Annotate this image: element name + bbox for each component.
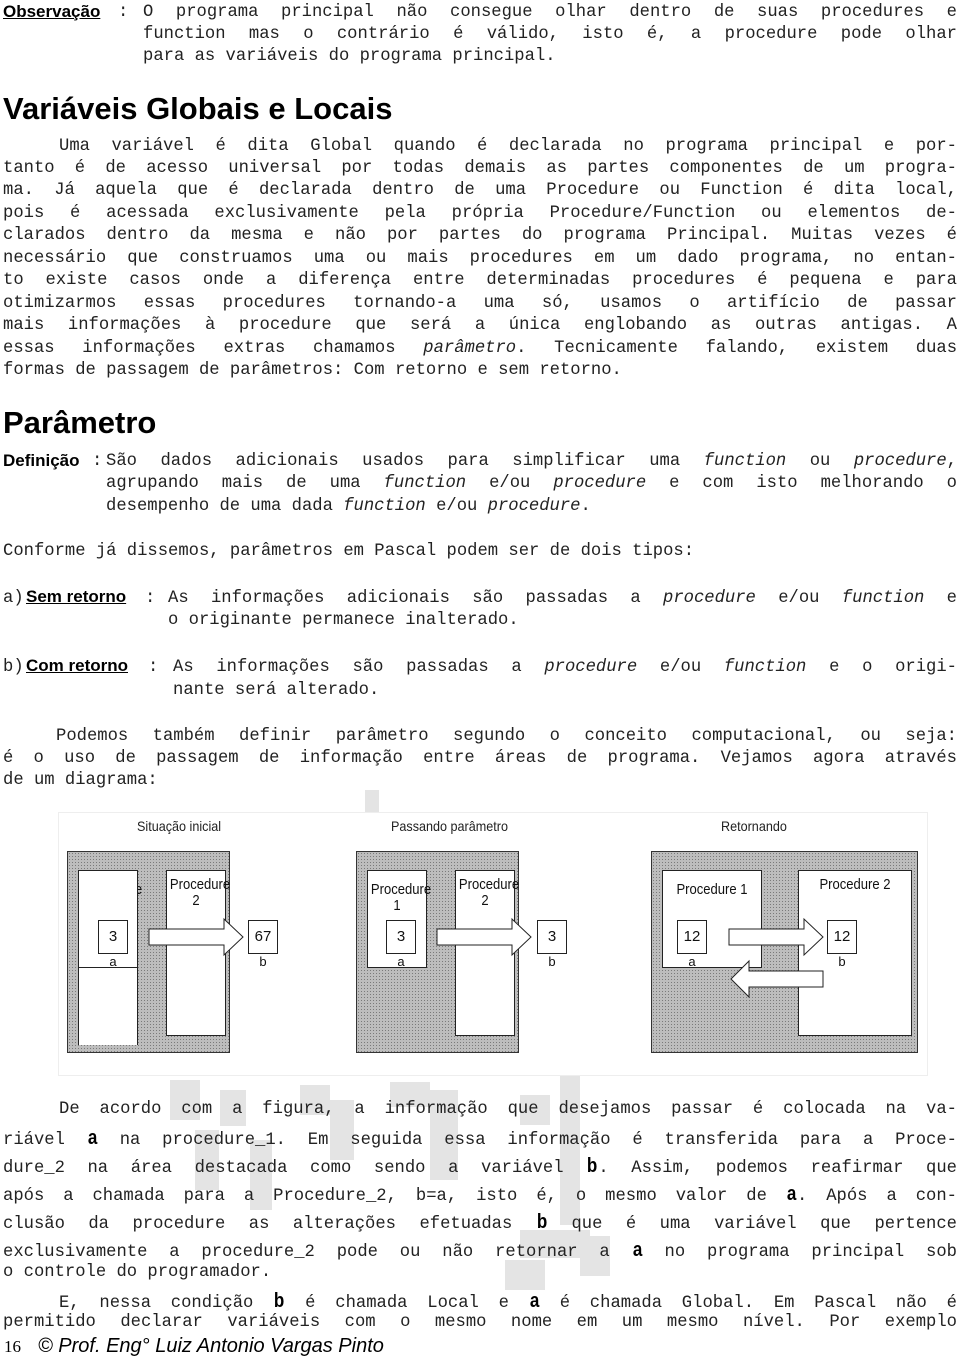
paragraph-line: após a chamada para a Procedure_2, b=a, …: [3, 1183, 957, 1206]
paragraph-line: exclusivamente a procedure_2 pode ou não…: [3, 1239, 957, 1262]
paragraph-line: necessário que construamos uma ou mais p…: [3, 249, 957, 268]
page-number: 16: [4, 1337, 21, 1356]
item-b-line: As informações são passadas a procedure …: [173, 658, 957, 677]
paragraph-line: o controle do programador.: [3, 1263, 272, 1282]
variable-b: b: [587, 1155, 598, 1177]
paragraph-line: ma. Já aquela que é declarada dentro de …: [3, 181, 957, 200]
paragraph-line: pois é acessada exclusivamente pela próp…: [3, 204, 957, 223]
definition-colon: :: [92, 452, 103, 471]
paragraph-line: Podemos também definir parâmetro segundo…: [56, 727, 957, 746]
variable-a: a: [786, 1183, 797, 1205]
observation-label: Observação: [3, 2, 101, 21]
paragraph-line: é o uso de passagem de informação entre …: [3, 749, 957, 768]
paragraph-line: formas de passagem de parâmetros: Com re…: [3, 361, 622, 380]
item-b-colon: :: [148, 658, 159, 677]
observation-line: para as variáveis do programa principal.: [143, 47, 556, 66]
variable-a: a: [87, 1127, 98, 1149]
paragraph-line: riável a na procedure_1. Em seguida essa…: [3, 1127, 957, 1150]
arrow-left-icon: [730, 959, 824, 999]
text-run: . Tecnicamente falando, existem duas: [516, 339, 958, 358]
variable-a: a: [529, 1290, 540, 1312]
paragraph-line: dure_2 na área destacada como sendo a va…: [3, 1155, 957, 1178]
item-b-prefix: b): [3, 658, 24, 677]
paragraph-line: De acordo com a figura, a informação que…: [59, 1100, 957, 1119]
observation-line: O programa principal não consegue olhar …: [143, 3, 957, 22]
paragraph-line: to existe casos onde a diferença entre d…: [3, 271, 957, 290]
section-heading: Variáveis Globais e Locais: [3, 91, 393, 126]
diagram-arrows: [148, 917, 824, 999]
paragraph-line: otimizarmos essas procedures tornando-a …: [3, 294, 957, 313]
paragraph-line: clusão da procedure as alterações efetua…: [3, 1211, 957, 1234]
term-parametro: parâmetro: [423, 339, 517, 358]
parameter-passing-diagram: Situação inicial Procedure 1 Procedure 2…: [58, 812, 928, 1076]
item-a-label: Sem retorno: [26, 587, 127, 606]
variable-b: b: [274, 1290, 285, 1312]
definition-line: São dados adicionais usados para simplif…: [106, 452, 957, 471]
paragraph-line: mais informações à procedure que será a …: [3, 316, 957, 335]
paragraph-line: essas informações extras chamamos parâme…: [3, 339, 957, 358]
observation-line: function mas o contrário é válido, isto …: [143, 25, 957, 44]
definition-line: agrupando mais de uma function e/ou proc…: [106, 474, 957, 493]
item-b-label: Com retorno: [26, 656, 128, 675]
definition-line: desempenho de uma dada function e/ou pro…: [106, 497, 591, 516]
item-b-line: nante será alterado.: [173, 681, 380, 700]
definition-label: Definição: [3, 451, 80, 470]
arrow-right-icon: [728, 917, 824, 957]
paragraph-line: permitido declarar variáveis com o mesmo…: [3, 1313, 957, 1332]
item-a-colon: :: [145, 589, 156, 608]
text-run: essas informações extras chamamos: [3, 339, 424, 358]
item-a-line: o originante permanece inalterado.: [168, 611, 519, 630]
author-credit: © Prof. Eng° Luiz Antonio Vargas Pinto: [38, 1335, 384, 1357]
paragraph-line: clarados dentro da mesma e não por parte…: [3, 226, 957, 245]
types-intro: Conforme já dissemos, parâmetros em Pasc…: [3, 542, 695, 561]
item-a-prefix: a): [3, 589, 24, 608]
item-a-line: As informações adicionais são passadas a…: [168, 589, 957, 608]
paragraph-line: Uma variável é dita Global quando é decl…: [59, 137, 957, 156]
section-heading: Parâmetro: [3, 405, 157, 440]
paragraph-line: tanto é de acesso universal por todas de…: [3, 159, 957, 178]
observation-colon: :: [118, 3, 129, 22]
paragraph-line: de um diagrama:: [3, 771, 158, 790]
arrow-right-icon: [436, 917, 532, 957]
variable-a: a: [632, 1239, 642, 1261]
paragraph-line: E, nessa condição b é chamada Local e a …: [59, 1290, 957, 1313]
variable-b: b: [536, 1211, 548, 1233]
arrow-right-icon: [148, 917, 244, 957]
